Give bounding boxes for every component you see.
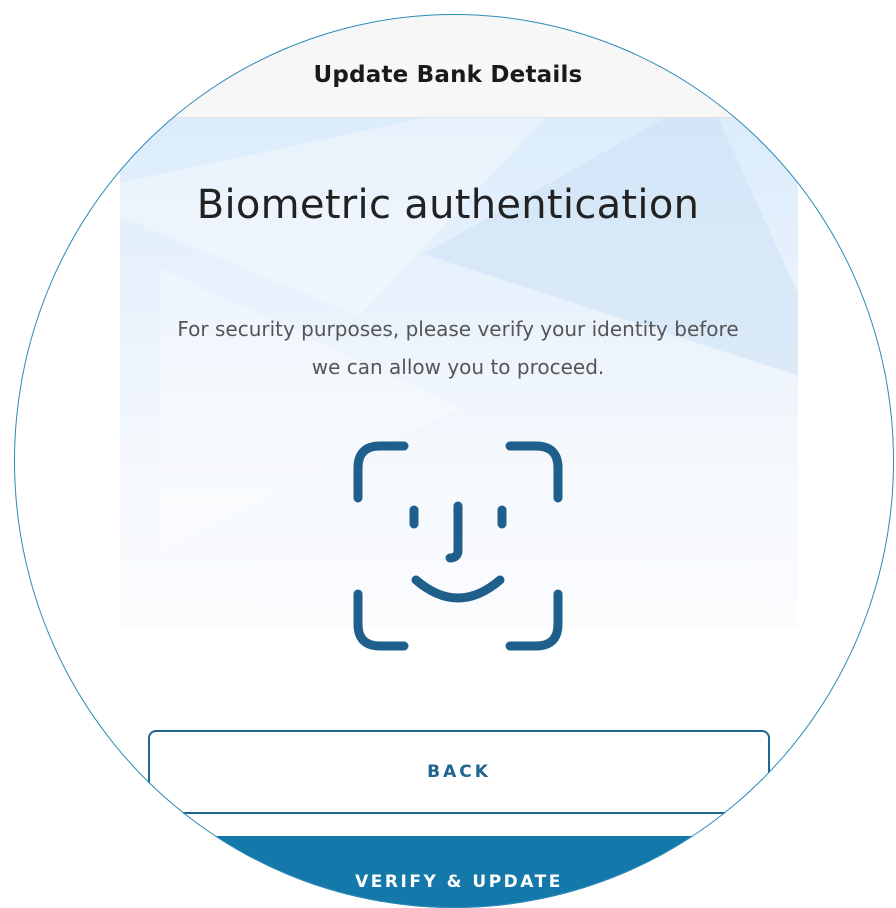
description-text: For security purposes, please verify you… [177, 317, 739, 379]
screen: Update Bank Details Biometric authentica… [0, 0, 896, 908]
app-screen: Update Bank Details Biometric authentica… [14, 14, 894, 908]
navigation-bar: Update Bank Details [14, 14, 894, 118]
page-title: Biometric authentication [196, 182, 700, 228]
nav-title: Update Bank Details [313, 62, 583, 88]
magnifier-circle: Update Bank Details Biometric authentica… [14, 14, 894, 908]
verify-update-button[interactable]: VERIFY & UPDATE [120, 836, 798, 908]
back-button[interactable]: BACK [148, 730, 770, 814]
face-id-icon [353, 441, 563, 651]
